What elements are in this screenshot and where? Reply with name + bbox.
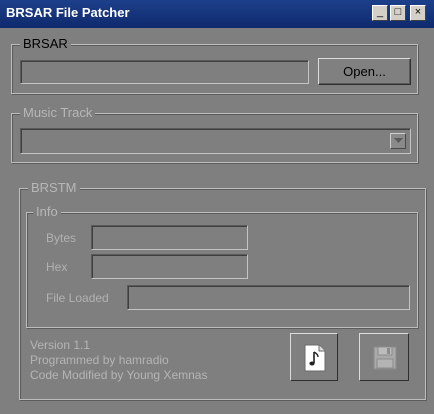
window-title: BRSAR File Patcher (6, 5, 130, 20)
brstm-legend: BRSTM (28, 180, 80, 196)
close-button[interactable]: × (410, 5, 426, 21)
file-loaded-label: File Loaded (46, 291, 109, 305)
floppy-disk-icon (373, 346, 397, 370)
about-text: Version 1.1 Programmed by hamradio Code … (30, 338, 207, 383)
version-text: Version 1.1 (30, 338, 91, 352)
info-legend: Info (33, 204, 61, 220)
save-button[interactable] (359, 333, 409, 381)
load-brstm-button[interactable] (290, 333, 338, 381)
app-window: BRSAR File Patcher _ □ × BRSAR Open... M… (0, 0, 434, 414)
music-note-icon (304, 344, 326, 372)
title-bar: BRSAR File Patcher _ □ × (0, 0, 434, 28)
brsar-path-field[interactable] (20, 60, 309, 84)
bytes-field[interactable] (91, 225, 248, 250)
minimize-button[interactable]: _ (372, 5, 388, 21)
bytes-label: Bytes (46, 231, 77, 245)
music-track-select[interactable] (20, 128, 411, 154)
maximize-button[interactable]: □ (390, 5, 406, 21)
hex-label: Hex (46, 260, 68, 274)
brsar-legend: BRSAR (20, 36, 71, 52)
hex-field[interactable] (91, 254, 248, 279)
music-track-legend: Music Track (20, 105, 96, 121)
chevron-down-icon[interactable] (390, 133, 406, 149)
file-loaded-field[interactable] (127, 285, 410, 310)
modifier-text: Code Modified by Young Xemnas (30, 368, 208, 382)
programmer-text: Programmed by hamradio (30, 353, 169, 367)
open-button[interactable]: Open... (318, 58, 411, 85)
